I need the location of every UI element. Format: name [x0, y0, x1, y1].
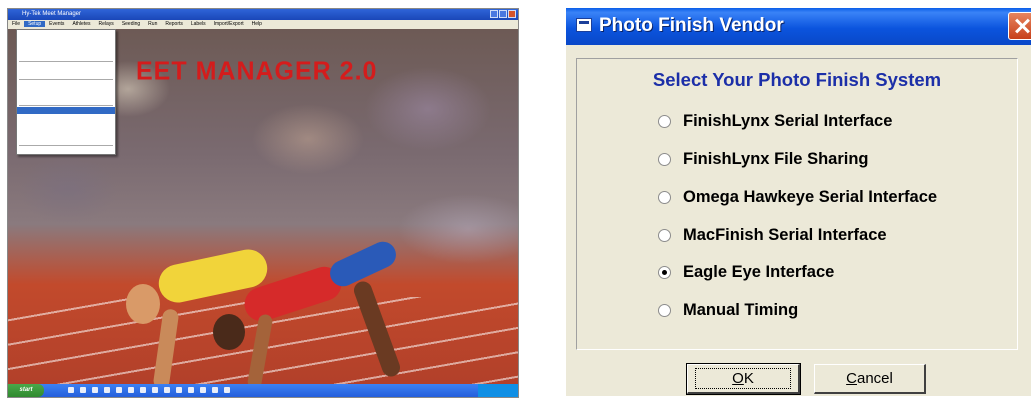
menu-item[interactable] — [17, 88, 115, 95]
taskbar-icon[interactable] — [164, 387, 170, 393]
menu-relays[interactable]: Relays — [95, 21, 118, 27]
option-label: Omega Hawkeye Serial Interface — [683, 187, 938, 206]
maximize-icon[interactable] — [499, 10, 507, 18]
ok-label-rest: K — [743, 370, 754, 387]
menu-item[interactable] — [17, 96, 115, 103]
taskbar-icon[interactable] — [176, 387, 182, 393]
taskbar-icon[interactable] — [140, 387, 146, 393]
taskbar-icon[interactable] — [212, 387, 218, 393]
ok-button-focus-ring: OK — [695, 368, 791, 389]
menu-item[interactable] — [17, 44, 115, 51]
ok-button[interactable]: OK — [686, 363, 801, 395]
menu-events[interactable]: Events — [45, 21, 68, 27]
radio-button-icon[interactable] — [658, 190, 671, 204]
windows-taskbar: start — [8, 384, 518, 397]
setup-dropdown-menu — [16, 29, 116, 155]
app-window-icon — [576, 18, 592, 32]
taskbar-icon[interactable] — [128, 387, 134, 393]
menu-separator — [19, 103, 113, 106]
option-label: Manual Timing — [683, 300, 799, 319]
taskbar-icon[interactable] — [152, 387, 158, 393]
menu-item[interactable] — [17, 135, 115, 142]
cancel-mnemonic: C — [846, 370, 857, 387]
system-tray — [478, 384, 518, 397]
option-label: FinishLynx Serial Interface — [683, 111, 893, 130]
menu-separator — [19, 143, 113, 146]
radio-button-icon[interactable] — [658, 228, 671, 242]
menu-setup[interactable]: Setup — [24, 21, 46, 27]
taskbar-icon[interactable] — [104, 387, 110, 393]
menu-item[interactable] — [17, 114, 115, 121]
menu-item[interactable] — [17, 30, 115, 37]
taskbar-icon[interactable] — [68, 387, 74, 393]
menu-labels[interactable]: Labels — [187, 21, 210, 27]
menu-seeding[interactable]: Seeding — [118, 21, 144, 27]
option-finishlynx-file-sharing[interactable]: FinishLynx File Sharing — [658, 148, 869, 170]
dialog-title-bar: Photo Finish Vendor — [566, 8, 1031, 45]
menu-separator — [19, 59, 113, 62]
menu-item[interactable] — [17, 147, 115, 154]
photo-finish-vendor-dialog: Photo Finish Vendor Select Your Photo Fi… — [566, 8, 1031, 396]
menu-reports[interactable]: Reports — [161, 21, 187, 27]
cancel-label-rest: ancel — [856, 370, 893, 387]
radio-button-icon[interactable] — [658, 114, 671, 128]
ok-mnemonic: O — [732, 370, 744, 387]
menu-item[interactable] — [17, 37, 115, 44]
splash-title: EET MANAGER 2.0 — [136, 56, 378, 86]
radio-button-icon[interactable] — [658, 303, 671, 317]
taskbar-icon[interactable] — [224, 387, 230, 393]
minimize-icon[interactable] — [490, 10, 498, 18]
menu-help[interactable]: Help — [248, 21, 266, 27]
option-finishlynx-serial[interactable]: FinishLynx Serial Interface — [658, 110, 892, 132]
close-icon[interactable] — [1008, 12, 1031, 40]
start-button[interactable]: start — [8, 384, 44, 397]
taskbar-icon[interactable] — [200, 387, 206, 393]
taskbar-icon[interactable] — [188, 387, 194, 393]
menu-file[interactable]: File — [8, 21, 24, 27]
option-omega-hawkeye-serial[interactable]: Omega Hawkeye Serial Interface — [658, 186, 937, 208]
taskbar-icon[interactable] — [80, 387, 86, 393]
dialog-heading: Select Your Photo Finish System — [652, 69, 942, 90]
options-frame: Select Your Photo Finish System FinishLy… — [576, 58, 1018, 350]
menu-import-export[interactable]: Import/Export — [210, 21, 248, 27]
menu-item[interactable] — [17, 128, 115, 135]
option-macfinish-serial[interactable]: MacFinish Serial Interface — [658, 224, 887, 246]
runner-head — [126, 284, 160, 324]
radio-button-icon[interactable] — [658, 265, 671, 279]
menu-item[interactable] — [17, 70, 115, 77]
menu-item[interactable] — [17, 81, 115, 88]
runner-head — [213, 314, 245, 350]
menu-item[interactable] — [17, 121, 115, 128]
menu-run[interactable]: Run — [144, 21, 161, 27]
menu-athletes[interactable]: Athletes — [68, 21, 94, 27]
menu-item[interactable] — [17, 52, 115, 59]
window-controls — [489, 10, 516, 20]
meet-manager-title-bar: Hy-Tek Meet Manager — [8, 9, 518, 20]
taskbar-icon[interactable] — [92, 387, 98, 393]
option-label: FinishLynx File Sharing — [683, 149, 869, 168]
option-label: Eagle Eye Interface — [683, 262, 835, 281]
cancel-button[interactable]: Cancel — [814, 364, 926, 394]
radio-button-icon[interactable] — [658, 152, 671, 166]
close-icon[interactable] — [508, 10, 516, 18]
option-label: MacFinish Serial Interface — [683, 225, 887, 244]
meet-manager-menu-bar: File Setup Events Athletes Relays Seeding Run R… — [8, 20, 518, 29]
menu-item[interactable] — [17, 63, 115, 70]
meet-manager-screenshot: Hy-Tek Meet Manager File Setup Events Athle… — [7, 8, 519, 398]
taskbar-icon[interactable] — [116, 387, 122, 393]
option-eagle-eye[interactable]: Eagle Eye Interface — [658, 261, 834, 283]
menu-separator — [19, 77, 113, 81]
meet-manager-window-title: Hy-Tek Meet Manager — [22, 11, 82, 17]
option-manual-timing[interactable]: Manual Timing — [658, 299, 798, 321]
dialog-title: Photo Finish Vendor — [599, 15, 784, 36]
menu-item-photo-finish-interface[interactable] — [17, 106, 115, 114]
